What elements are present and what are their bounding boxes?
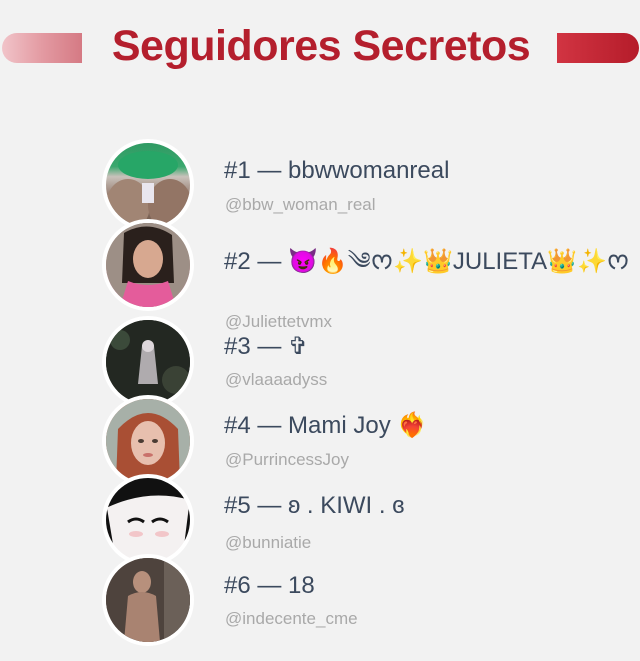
follower-name: #4 — Mami Joy ❤️‍🔥 xyxy=(224,412,428,439)
follower-name: #3 — ✞ xyxy=(224,333,309,360)
avatar-image xyxy=(106,151,190,227)
avatar-image xyxy=(106,558,190,642)
title-decoration-right xyxy=(557,33,639,63)
avatar[interactable] xyxy=(102,554,194,646)
follower-name-text: #5 — ʚ . KIWI . ɞ xyxy=(224,492,405,519)
follower-handle[interactable]: @vlaaaadyss xyxy=(225,369,327,391)
follower-handle[interactable]: @Juliettetvmx xyxy=(225,311,332,333)
follower-name: #1 — bbwwomanreal xyxy=(224,157,450,184)
follower-handle[interactable]: @bunniatie xyxy=(225,532,311,554)
page-title: Seguidores Secretos xyxy=(111,22,531,70)
avatar[interactable] xyxy=(102,139,194,231)
follower-handle[interactable]: @PurrincessJoy xyxy=(225,449,349,471)
header: Seguidores Secretos xyxy=(0,0,640,100)
avatar-image xyxy=(106,399,190,483)
follower-handle[interactable]: @indecente_cme xyxy=(225,608,358,630)
avatar-image xyxy=(106,320,190,404)
avatar-image xyxy=(106,478,190,562)
avatar[interactable] xyxy=(102,474,194,566)
follower-name: #2 — 😈🔥༄ᰔ✨👑JULIETA👑✨ᰔ xyxy=(224,248,630,275)
follower-name: #6 — 18 xyxy=(224,572,315,599)
follower-name: #5 — ʚ . KIWI . ɞ xyxy=(224,491,404,521)
follower-handle[interactable]: @bbw_woman_real xyxy=(225,194,376,216)
avatar[interactable] xyxy=(102,219,194,311)
title-decoration-left xyxy=(2,33,82,63)
avatar-image xyxy=(106,223,190,307)
